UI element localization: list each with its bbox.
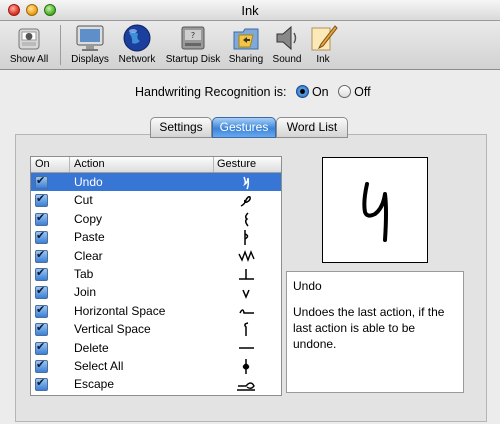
table-row[interactable]: Join <box>31 283 281 301</box>
apple-switch-icon <box>13 23 45 53</box>
table-row[interactable]: Escape <box>31 375 281 393</box>
row-action-label: Horizontal Space <box>74 303 166 318</box>
row-action-label: Vertical Space <box>74 322 151 337</box>
header-action[interactable]: Action <box>74 158 105 170</box>
paste-gesture-icon <box>244 230 249 246</box>
gesture-preview <box>322 157 428 263</box>
radio-off-label[interactable]: Off <box>354 85 370 99</box>
horizontal-space-gesture-icon <box>239 308 254 314</box>
table-row[interactable]: Select All <box>31 357 281 375</box>
select-all-gesture-icon <box>242 358 250 374</box>
toolbar-sound[interactable]: Sound <box>270 23 304 65</box>
escape-gesture-icon <box>237 382 255 391</box>
row-checkbox[interactable] <box>35 211 48 226</box>
toolbar-ink[interactable]: Ink <box>306 23 340 65</box>
toolbar-startup-disk[interactable]: ? Startup Disk <box>162 23 224 65</box>
row-checkbox[interactable] <box>35 321 48 337</box>
clear-gesture-icon <box>238 249 255 262</box>
tab-gesture-icon <box>239 268 254 280</box>
delete-gesture-icon <box>239 346 254 349</box>
undo-gesture-large-icon <box>362 182 388 242</box>
toolbar-label: Displays <box>71 54 109 65</box>
speaker-icon <box>271 23 303 53</box>
row-action-label: Escape <box>74 377 115 392</box>
description-title: Undo <box>293 279 322 293</box>
table-header: On Action Gesture <box>31 157 281 173</box>
gestures-table[interactable]: On Action Gesture Undo Cut Copy Paste Cl… <box>30 156 282 396</box>
copy-gesture-icon <box>244 212 249 227</box>
row-action-label: Select All <box>74 358 124 373</box>
row-action-label: Cut <box>74 193 93 208</box>
title-bar: Ink <box>0 0 500 21</box>
gesture-description-panel: Undo Undoes the last action, if the last… <box>286 271 464 393</box>
table-row[interactable]: Copy <box>31 210 281 228</box>
row-action-label: Copy <box>74 211 103 226</box>
table-row[interactable]: Vertical Space <box>31 320 281 338</box>
table-row[interactable]: Tab <box>31 265 281 283</box>
toolbar-label: Ink <box>316 54 330 65</box>
sharing-folder-icon <box>230 23 262 53</box>
row-checkbox[interactable] <box>35 229 48 245</box>
row-action-label: Delete <box>74 340 109 355</box>
toolbar-label: Sharing <box>228 54 264 65</box>
toolbar-show-all[interactable]: Show All <box>4 23 54 65</box>
radio-on[interactable] <box>295 85 309 98</box>
row-checkbox[interactable] <box>35 340 48 355</box>
row-action-label: Paste <box>74 230 105 245</box>
radio-on-label[interactable]: On <box>312 85 329 99</box>
toolbar-label: Startup Disk <box>165 54 221 65</box>
row-action-label: Clear <box>74 248 103 263</box>
toolbar-sharing[interactable]: Sharing <box>226 23 266 65</box>
row-action-label: Tab <box>74 266 94 281</box>
toolbar-separator <box>60 25 61 65</box>
toolbar-network[interactable]: Network <box>114 23 160 65</box>
description-text: Undoes the last action, if the last acti… <box>293 305 445 351</box>
row-checkbox[interactable] <box>35 358 48 373</box>
recognition-label: Handwriting Recognition is: <box>135 85 287 99</box>
table-row[interactable]: Cut <box>31 191 281 209</box>
cut-gesture-icon <box>240 196 251 208</box>
row-checkbox[interactable] <box>35 248 48 263</box>
row-action-label: Join <box>74 285 97 300</box>
svg-text:?: ? <box>191 31 195 40</box>
table-row[interactable]: Paste <box>31 228 281 246</box>
disk-icon: ? <box>177 23 209 53</box>
header-gesture[interactable]: Gesture <box>217 158 256 170</box>
toolbar-label: Network <box>118 54 156 65</box>
header-divider <box>213 157 214 172</box>
header-divider <box>69 157 70 172</box>
ink-pen-icon <box>307 23 339 53</box>
table-row[interactable]: Undo <box>31 173 281 192</box>
globe-icon <box>121 23 153 53</box>
toolbar-displays[interactable]: Displays <box>66 23 114 65</box>
row-action-label: Undo <box>74 175 103 189</box>
row-checkbox[interactable] <box>35 266 48 281</box>
row-checkbox[interactable] <box>35 192 48 208</box>
row-checkbox[interactable] <box>35 174 48 189</box>
toolbar-label: Show All <box>9 54 49 65</box>
tab-settings[interactable]: Settings <box>150 117 212 138</box>
radio-off[interactable] <box>338 85 352 98</box>
table-row[interactable]: Delete <box>31 339 281 357</box>
table-row[interactable]: Clear <box>31 247 281 265</box>
row-checkbox[interactable] <box>35 303 48 318</box>
monitor-icon <box>74 23 106 53</box>
table-row[interactable]: Horizontal Space <box>31 302 281 320</box>
header-on[interactable]: On <box>35 158 50 170</box>
vertical-space-gesture-icon <box>244 322 249 337</box>
window-title: Ink <box>241 3 259 18</box>
undo-gesture-icon <box>243 176 250 190</box>
row-checkbox[interactable] <box>35 284 48 300</box>
row-checkbox[interactable] <box>35 376 48 392</box>
tab-word-list[interactable]: Word List <box>276 117 348 138</box>
toolbar: Show All Displays Network ? Startup Disk… <box>0 21 500 70</box>
recognition-row: Handwriting Recognition is: On Off <box>135 85 371 99</box>
toolbar-label: Sound <box>272 54 302 65</box>
tab-gestures[interactable]: Gestures <box>212 117 276 138</box>
join-gesture-icon <box>242 290 250 300</box>
